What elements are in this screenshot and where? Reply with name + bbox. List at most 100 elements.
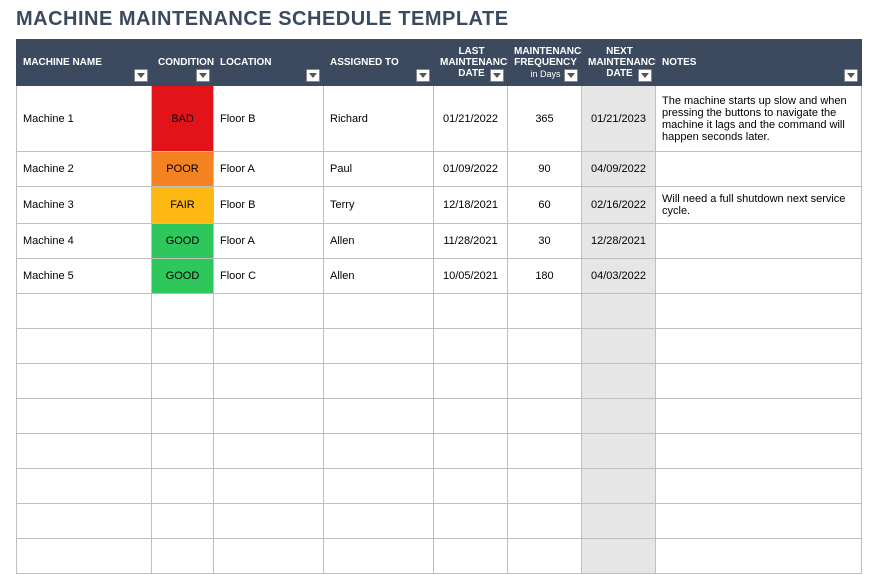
cell-empty[interactable] [434, 329, 508, 364]
cell-frequency[interactable]: 365 [508, 86, 582, 152]
cell-empty[interactable] [152, 434, 214, 469]
cell-condition[interactable]: GOOD [152, 259, 214, 294]
cell-empty[interactable] [17, 399, 152, 434]
cell-empty[interactable] [152, 539, 214, 574]
cell-empty[interactable] [434, 539, 508, 574]
cell-next-maint[interactable]: 01/21/2023 [582, 86, 656, 152]
cell-last-maint[interactable]: 01/09/2022 [434, 152, 508, 187]
cell-empty[interactable] [214, 504, 324, 539]
cell-empty[interactable] [434, 364, 508, 399]
filter-button[interactable] [564, 69, 578, 82]
cell-empty[interactable] [17, 329, 152, 364]
cell-empty[interactable] [508, 434, 582, 469]
cell-empty[interactable] [324, 539, 434, 574]
cell-empty[interactable] [17, 364, 152, 399]
cell-empty[interactable] [508, 539, 582, 574]
cell-empty[interactable] [508, 469, 582, 504]
filter-button[interactable] [134, 69, 148, 82]
cell-empty[interactable] [508, 504, 582, 539]
cell-empty[interactable] [17, 539, 152, 574]
cell-empty[interactable] [582, 469, 656, 504]
cell-empty[interactable] [582, 294, 656, 329]
cell-empty[interactable] [508, 399, 582, 434]
cell-empty[interactable] [582, 539, 656, 574]
cell-empty[interactable] [214, 539, 324, 574]
cell-frequency[interactable]: 30 [508, 224, 582, 259]
cell-empty[interactable] [152, 329, 214, 364]
cell-condition[interactable]: POOR [152, 152, 214, 187]
cell-empty[interactable] [434, 504, 508, 539]
cell-empty[interactable] [152, 364, 214, 399]
cell-empty[interactable] [152, 399, 214, 434]
cell-location[interactable]: Floor B [214, 187, 324, 224]
cell-assigned-to[interactable]: Richard [324, 86, 434, 152]
cell-empty[interactable] [508, 364, 582, 399]
cell-empty[interactable] [214, 294, 324, 329]
cell-empty[interactable] [324, 329, 434, 364]
cell-empty[interactable] [656, 469, 862, 504]
cell-machine-name[interactable]: Machine 4 [17, 224, 152, 259]
cell-empty[interactable] [214, 469, 324, 504]
cell-last-maint[interactable]: 10/05/2021 [434, 259, 508, 294]
cell-location[interactable]: Floor A [214, 224, 324, 259]
cell-condition[interactable]: GOOD [152, 224, 214, 259]
cell-empty[interactable] [582, 434, 656, 469]
filter-button[interactable] [306, 69, 320, 82]
filter-button[interactable] [490, 69, 504, 82]
cell-frequency[interactable]: 60 [508, 187, 582, 224]
filter-button[interactable] [416, 69, 430, 82]
cell-empty[interactable] [434, 434, 508, 469]
cell-last-maint[interactable]: 11/28/2021 [434, 224, 508, 259]
cell-empty[interactable] [214, 329, 324, 364]
cell-empty[interactable] [324, 434, 434, 469]
cell-empty[interactable] [17, 434, 152, 469]
cell-notes[interactable] [656, 152, 862, 187]
cell-empty[interactable] [324, 399, 434, 434]
cell-empty[interactable] [434, 469, 508, 504]
cell-empty[interactable] [434, 399, 508, 434]
cell-empty[interactable] [214, 364, 324, 399]
cell-last-maint[interactable]: 01/21/2022 [434, 86, 508, 152]
cell-empty[interactable] [324, 294, 434, 329]
cell-empty[interactable] [17, 294, 152, 329]
cell-machine-name[interactable]: Machine 2 [17, 152, 152, 187]
cell-empty[interactable] [324, 469, 434, 504]
cell-location[interactable]: Floor A [214, 152, 324, 187]
cell-machine-name[interactable]: Machine 1 [17, 86, 152, 152]
cell-empty[interactable] [656, 399, 862, 434]
cell-empty[interactable] [656, 504, 862, 539]
cell-assigned-to[interactable]: Paul [324, 152, 434, 187]
cell-empty[interactable] [324, 364, 434, 399]
cell-condition[interactable]: BAD [152, 86, 214, 152]
filter-button[interactable] [844, 69, 858, 82]
cell-empty[interactable] [17, 469, 152, 504]
cell-notes[interactable] [656, 259, 862, 294]
cell-empty[interactable] [152, 504, 214, 539]
cell-empty[interactable] [508, 329, 582, 364]
cell-empty[interactable] [434, 294, 508, 329]
cell-notes[interactable] [656, 224, 862, 259]
cell-notes[interactable]: Will need a full shutdown next service c… [656, 187, 862, 224]
cell-empty[interactable] [152, 294, 214, 329]
cell-condition[interactable]: FAIR [152, 187, 214, 224]
cell-empty[interactable] [17, 504, 152, 539]
cell-assigned-to[interactable]: Terry [324, 187, 434, 224]
cell-next-maint[interactable]: 02/16/2022 [582, 187, 656, 224]
cell-next-maint[interactable]: 04/03/2022 [582, 259, 656, 294]
cell-frequency[interactable]: 90 [508, 152, 582, 187]
filter-button[interactable] [196, 69, 210, 82]
cell-machine-name[interactable]: Machine 3 [17, 187, 152, 224]
cell-empty[interactable] [656, 329, 862, 364]
cell-empty[interactable] [582, 329, 656, 364]
cell-last-maint[interactable]: 12/18/2021 [434, 187, 508, 224]
cell-empty[interactable] [582, 399, 656, 434]
cell-empty[interactable] [508, 294, 582, 329]
cell-empty[interactable] [214, 434, 324, 469]
cell-empty[interactable] [582, 504, 656, 539]
cell-location[interactable]: Floor B [214, 86, 324, 152]
cell-next-maint[interactable]: 12/28/2021 [582, 224, 656, 259]
cell-next-maint[interactable]: 04/09/2022 [582, 152, 656, 187]
cell-empty[interactable] [214, 399, 324, 434]
filter-button[interactable] [638, 69, 652, 82]
cell-empty[interactable] [656, 294, 862, 329]
